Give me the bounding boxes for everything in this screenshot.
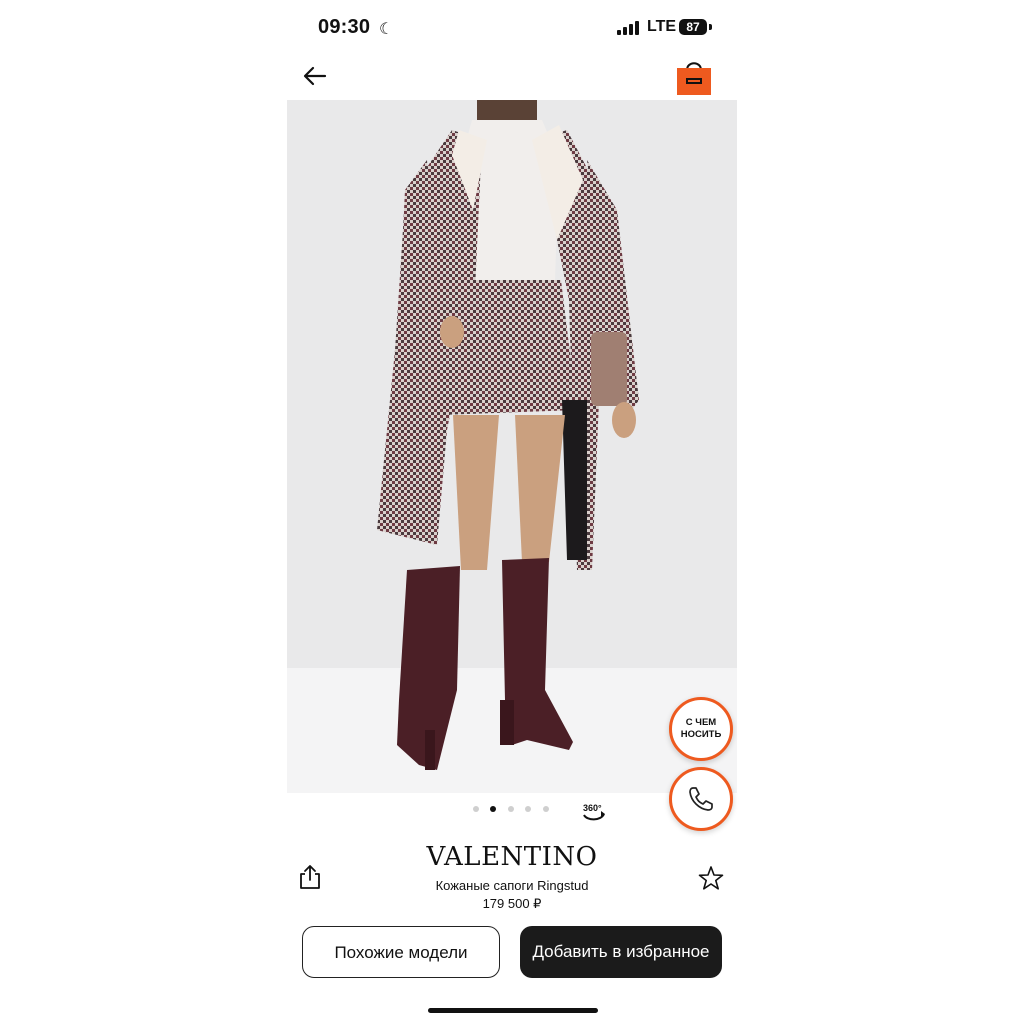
call-button[interactable] [669,767,733,831]
moon-icon: ☾ [379,21,394,38]
home-indicator[interactable] [428,1008,598,1013]
model-illustration [377,100,639,770]
share-icon [300,865,320,889]
shopping-bag-button[interactable] [675,58,713,96]
pagination-dot[interactable] [508,806,514,812]
what-to-wear-label: С ЧЕМ НОСИТЬ [672,717,730,741]
what-to-wear-line2: НОСИТЬ [680,729,722,740]
pagination-dot[interactable] [473,806,479,812]
back-button[interactable] [301,62,329,90]
battery-icon: 87 [679,19,707,35]
network-type: LTE [647,18,677,35]
what-to-wear-line1: С ЧЕМ [685,717,717,728]
status-bar: 09:30 ☾ LTE 87 [287,0,737,58]
brand-name[interactable]: VALENTINO [287,842,737,872]
view-360-label: 360° [583,803,602,813]
pagination-dot[interactable] [525,806,531,812]
product-name: Кожаные сапоги Ringstud [435,878,589,893]
product-price: 179 500 ₽ [482,896,542,911]
status-time: 09:30 [318,16,371,38]
star-icon [698,866,724,890]
arrow-left-icon [303,66,327,86]
phone-screen: 09:30 ☾ LTE 87 С ЧЕМ НОСИТЬ 360° VALENTI… [287,0,737,1024]
pagination-dot-active[interactable] [490,806,496,812]
what-to-wear-button[interactable]: С ЧЕМ НОСИТЬ [669,697,733,761]
product-image[interactable] [287,100,737,793]
share-button[interactable] [298,864,322,890]
favorite-button[interactable] [697,864,725,892]
phone-icon [689,787,713,811]
similar-models-button[interactable]: Похожие модели [302,926,500,978]
battery-tip [709,24,712,30]
view-360-button[interactable]: 360° [581,800,607,822]
add-to-favorites-button[interactable]: Добавить в избранное [520,926,722,978]
pagination-dot[interactable] [543,806,549,812]
rotate-360-icon: 360° [583,803,605,821]
shopping-bag-icon [677,62,711,95]
signal-icon [617,21,641,35]
